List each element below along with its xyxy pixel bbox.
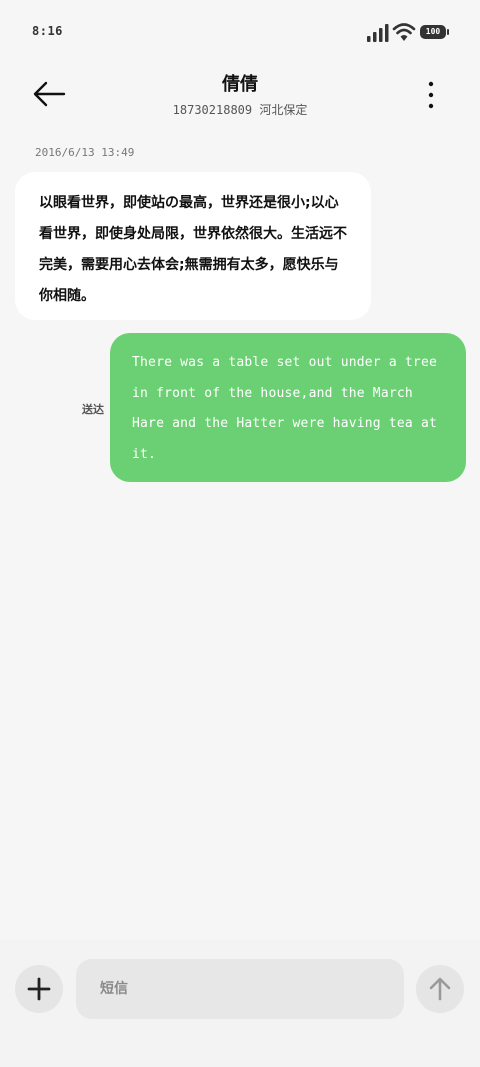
conversation-header: 倩倩 18730218809 河北保定 xyxy=(0,64,480,134)
contact-number-location: 18730218809 河北保定 xyxy=(172,103,308,117)
plus-icon xyxy=(27,977,51,1001)
status-time: 8:16 xyxy=(32,24,63,38)
battery-level: 100 xyxy=(425,27,441,36)
attach-button[interactable] xyxy=(15,965,63,1013)
incoming-message-bubble[interactable]: 以眼看世界，即使站の最高，世界还是很小;以心看世界，即使身处局限，世界依然很大。… xyxy=(15,172,371,320)
sent-status: 送达 xyxy=(82,403,104,416)
sms-input-placeholder: 短信 xyxy=(100,981,128,997)
outgoing-message-bubble[interactable]: There was a table set out under a tree i… xyxy=(110,333,466,482)
signal-icon xyxy=(367,24,389,42)
send-button[interactable] xyxy=(416,965,464,1013)
more-vertical-icon[interactable] xyxy=(424,80,438,110)
send-arrow-icon xyxy=(429,977,451,1001)
sms-input[interactable]: 短信 xyxy=(76,959,404,1019)
status-bar: 8:16 100 xyxy=(0,0,480,64)
message-date: 2016/6/13 13:49 xyxy=(35,146,135,159)
wifi-icon xyxy=(392,23,416,41)
contact-name: 倩倩 xyxy=(222,74,258,95)
battery-icon: 100 xyxy=(420,25,450,41)
composer-bar: 短信 xyxy=(0,940,480,1067)
